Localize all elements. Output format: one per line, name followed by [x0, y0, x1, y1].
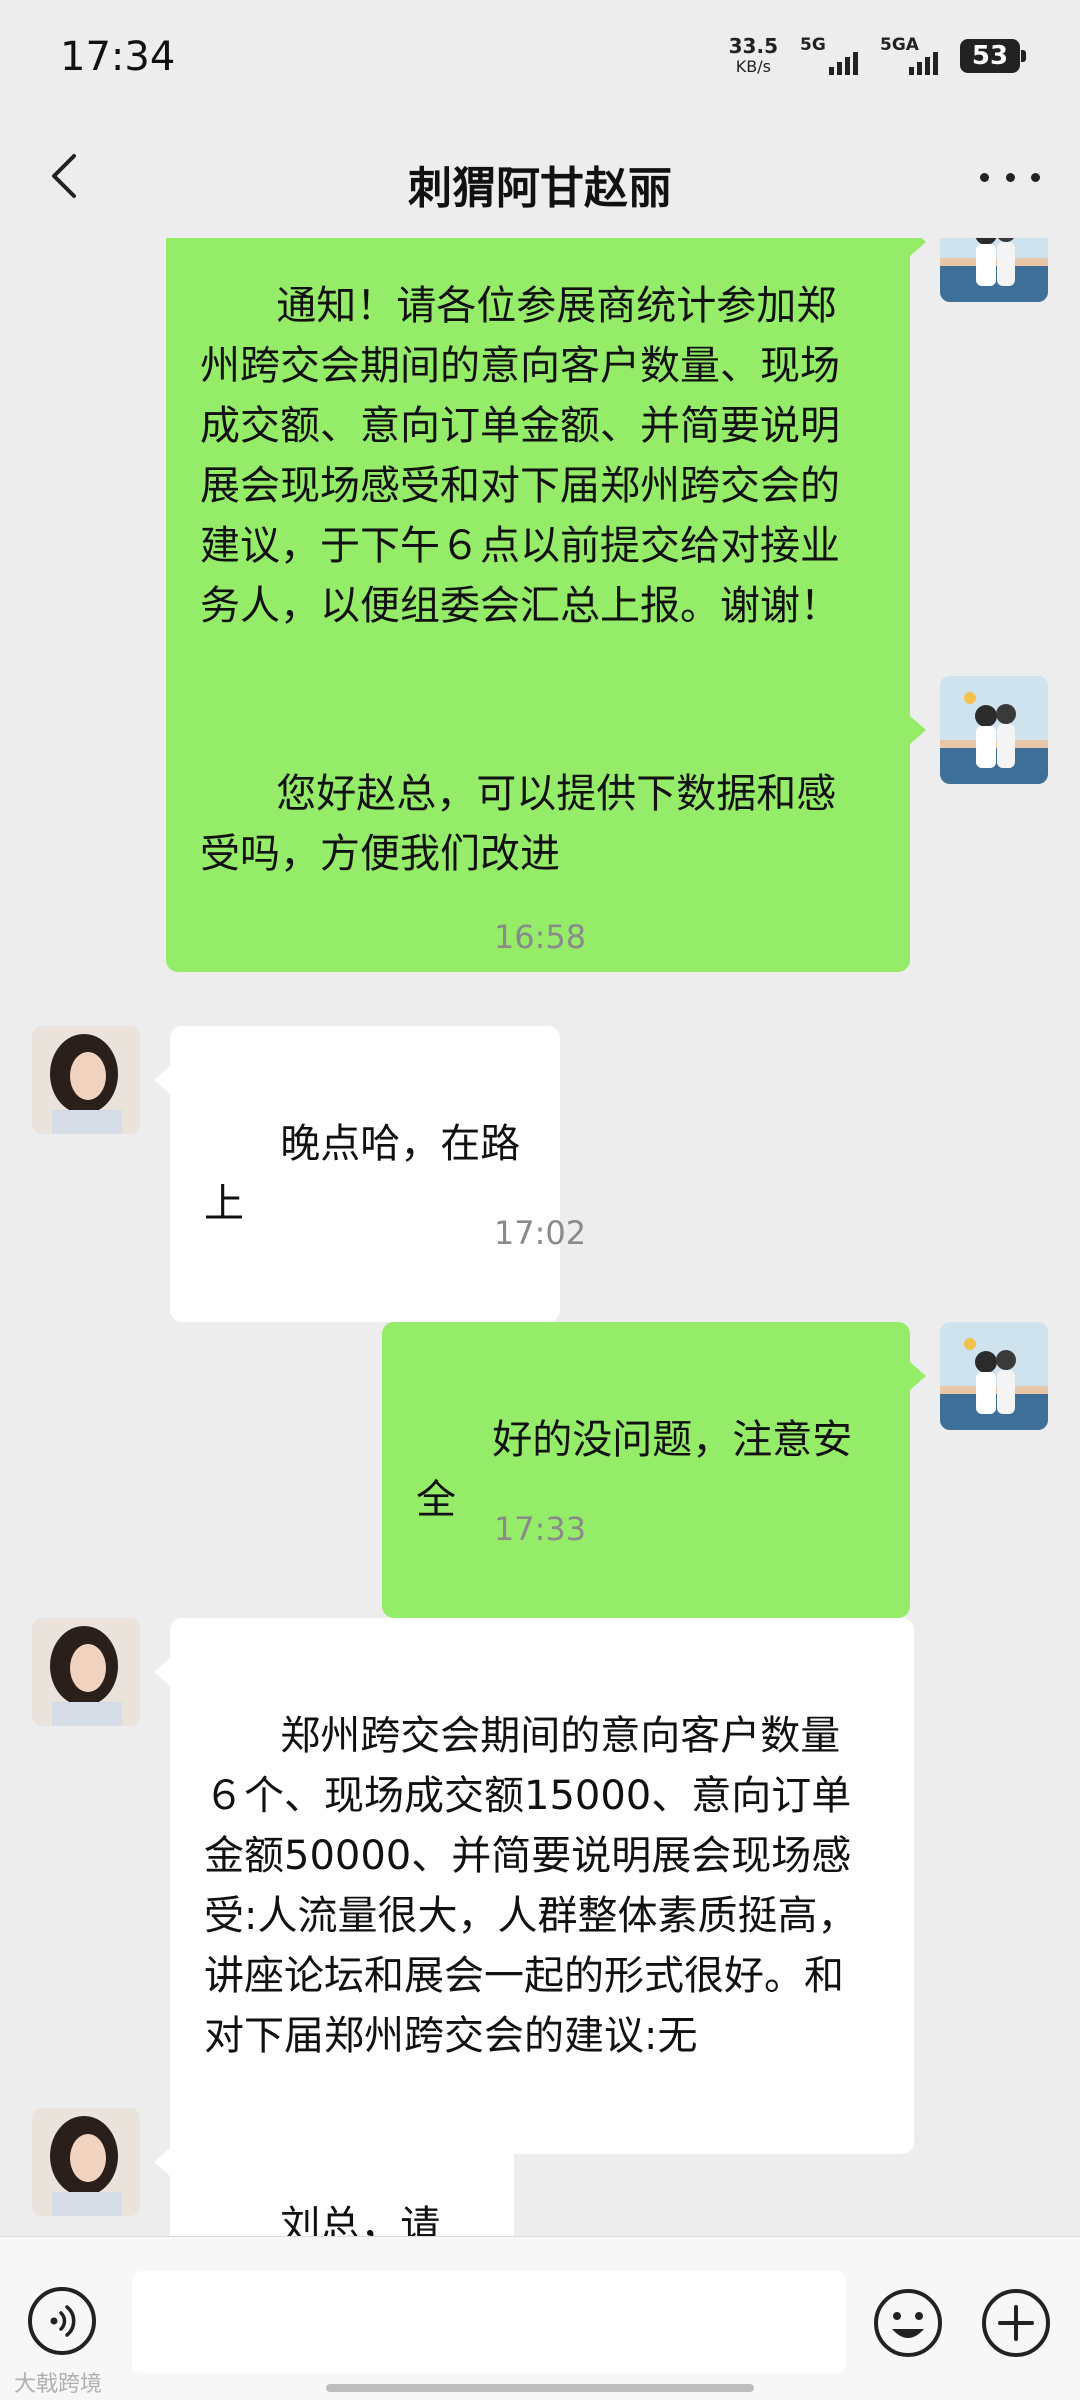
- contact-avatar[interactable]: [32, 1618, 140, 1726]
- contact-avatar[interactable]: [32, 1026, 140, 1134]
- contact-avatar[interactable]: [32, 2108, 140, 2216]
- plus-icon[interactable]: [980, 2287, 1052, 2359]
- my-avatar[interactable]: [940, 676, 1048, 784]
- message-text: 好的没问题，注意安全: [416, 1417, 853, 1523]
- sim1-label: 5G: [800, 34, 826, 55]
- message-timestamp: 16:58: [493, 918, 587, 956]
- status-indicators: 33.5 KB/s 5G 5GA 53: [729, 34, 1026, 75]
- signal-5ga-icon: 5GA: [880, 35, 938, 75]
- chat-title: 刺猬阿甘赵丽: [408, 163, 672, 214]
- voice-icon[interactable]: [28, 2287, 96, 2355]
- message-text: 通知！请各位参展商统计参加郑州跨交会期间的意向客户数量、现场成交额、意向订单金额…: [200, 283, 840, 629]
- message-bubble-outgoing[interactable]: 好的没问题，注意安全: [382, 1322, 926, 1618]
- input-bar: [0, 2236, 1080, 2400]
- emoji-icon[interactable]: [872, 2287, 944, 2359]
- status-time: 17:34: [60, 34, 176, 80]
- my-avatar[interactable]: [940, 1322, 1048, 1430]
- message-list[interactable]: 通知！请各位参展商统计参加郑州跨交会期间的意向客户数量、现场成交额、意向订单金额…: [0, 238, 1080, 2236]
- network-speed-unit: KB/s: [735, 57, 771, 76]
- watermark: 大戟跨境: [14, 2372, 103, 2397]
- battery-level: 53: [971, 40, 1009, 71]
- signal-5g-icon: 5G: [800, 34, 858, 75]
- message-timestamp: 17:02: [493, 1214, 587, 1252]
- message-bubble-incoming[interactable]: 晚点哈，在路上: [154, 1026, 560, 1322]
- message-text: 郑州跨交会期间的意向客户数量６个、现场成交额15000、意向订单金额50000、…: [204, 1713, 858, 2059]
- message-text: 您好赵总，可以提供下数据和感受吗，方便我们改进: [200, 771, 837, 877]
- battery-icon: 53: [960, 38, 1026, 73]
- message-text: 晚点哈，在路上: [204, 1121, 521, 1227]
- chat-screen: 17:34 33.5 KB/s 5G 5GA 53 刺猬阿甘赵丽 通知！请各位参…: [0, 0, 1080, 2400]
- message-input[interactable]: [132, 2271, 846, 2373]
- message-timestamp: 17:33: [493, 1510, 587, 1548]
- home-indicator[interactable]: [326, 2384, 754, 2392]
- network-speed-value: 33.5: [728, 34, 778, 58]
- message-bubble-incoming[interactable]: 刘总，请查收: [154, 2108, 514, 2236]
- message-bubble-incoming[interactable]: 郑州跨交会期间的意向客户数量６个、现场成交额15000、意向订单金额50000、…: [154, 1618, 914, 2154]
- message-text: 刘总，请查收: [280, 2203, 441, 2236]
- my-avatar[interactable]: [940, 238, 1048, 302]
- network-speed: 33.5 KB/s: [729, 36, 778, 75]
- nav-bar: 刺猬阿甘赵丽: [0, 120, 1080, 238]
- message-bubble-outgoing[interactable]: 通知！请各位参展商统计参加郑州跨交会期间的意向客户数量、现场成交额、意向订单金额…: [166, 238, 926, 724]
- more-dots-icon[interactable]: [980, 162, 1040, 192]
- status-bar: 17:34 33.5 KB/s 5G 5GA 53: [0, 0, 1080, 120]
